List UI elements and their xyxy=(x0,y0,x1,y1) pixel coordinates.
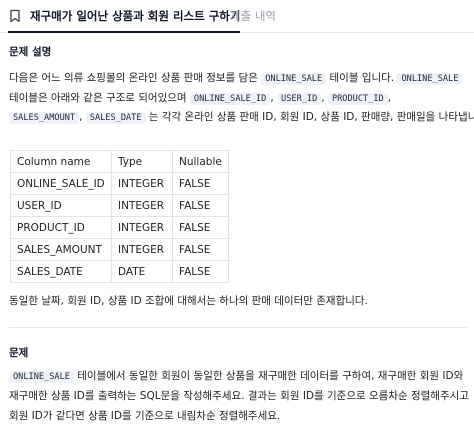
table-row: ONLINE_SALE_ID INTEGER FALSE xyxy=(10,172,229,195)
table-cell: FALSE xyxy=(172,238,229,261)
table-cell: FALSE xyxy=(172,194,229,217)
tab-bar: 재구매가 일어난 상품과 회원 리스트 구하기 제출 내역 xyxy=(0,0,474,33)
table-cell: FALSE xyxy=(172,216,229,239)
table-cell: SALES_AMOUNT xyxy=(10,238,112,261)
code-online-sale: ONLINE_SALE xyxy=(397,73,463,85)
code-online-sale-id: ONLINE_SALE_ID xyxy=(189,93,271,105)
table-row: SALES_DATE DATE FALSE xyxy=(10,260,229,283)
table-header-row: Column name Type Nullable xyxy=(10,150,229,173)
table-cell: ONLINE_SALE_ID xyxy=(10,172,112,195)
problem-line-3: 회원 ID가 같다면 상품 ID를 기준으로 내림차순 정렬해주세요. xyxy=(9,410,281,422)
code-sales-amount: SALES_AMOUNT xyxy=(9,112,80,124)
table-cell: PRODUCT_ID xyxy=(10,216,112,239)
table-row: SALES_AMOUNT INTEGER FALSE xyxy=(10,238,229,261)
bookmark-icon[interactable] xyxy=(8,9,22,23)
table-cell: INTEGER xyxy=(111,172,173,195)
table-cell: DATE xyxy=(111,260,173,283)
table-cell: INTEGER xyxy=(111,194,173,217)
code-user-id: USER_ID xyxy=(277,93,322,105)
column-header: Column name xyxy=(10,150,112,173)
table-cell: FALSE xyxy=(172,260,229,283)
column-header: Type xyxy=(111,150,173,173)
problem-line-1: ONLINE_SALE 테이블에서 동일한 회원이 동일한 상품을 재구매한 데… xyxy=(9,366,467,388)
code-online-sale: ONLINE_SALE xyxy=(261,73,327,85)
description-line-1: 다음은 어느 의류 쇼핑몰의 온라인 상품 판매 정보를 담은 ONLINE_S… xyxy=(9,68,467,90)
tab-submissions[interactable]: 제출 내역 xyxy=(230,0,276,32)
uniqueness-note: 동일한 날짜, 회원 ID, 상품 ID 조합에 대해서는 하나의 판매 데이터… xyxy=(9,295,368,307)
table-cell: USER_ID xyxy=(10,194,112,217)
description-line-3: SALES_AMOUNT, SALES_DATE 는 각각 온라인 상품 판매 … xyxy=(9,107,474,129)
tab-problem-label: 재구매가 일어난 상품과 회원 리스트 구하기 xyxy=(30,9,241,23)
code-online-sale: ONLINE_SALE xyxy=(9,371,74,383)
table-row: USER_ID INTEGER FALSE xyxy=(10,194,229,217)
table-cell: INTEGER xyxy=(111,238,173,261)
section-heading-description: 문제 설명 xyxy=(9,46,52,58)
table-cell: SALES_DATE xyxy=(10,260,112,283)
tab-submissions-label: 제출 내역 xyxy=(230,9,276,23)
code-sales-date: SALES_DATE xyxy=(85,112,146,124)
table-cell: INTEGER xyxy=(111,216,173,239)
section-heading-problem: 문제 xyxy=(9,347,29,359)
table-row: PRODUCT_ID INTEGER FALSE xyxy=(10,216,229,239)
code-product-id: PRODUCT_ID xyxy=(327,93,388,105)
tab-problem[interactable]: 재구매가 일어난 상품과 회원 리스트 구하기 xyxy=(8,0,241,33)
column-header: Nullable xyxy=(172,150,229,173)
table-cell: FALSE xyxy=(172,172,229,195)
schema-table: Column name Type Nullable ONLINE_SALE_ID… xyxy=(10,150,229,283)
section-divider xyxy=(9,327,467,328)
problem-line-2: 재구매한 상품 ID를 출력하는 SQL문을 작성해주세요. 결과는 회원 ID… xyxy=(9,390,469,402)
